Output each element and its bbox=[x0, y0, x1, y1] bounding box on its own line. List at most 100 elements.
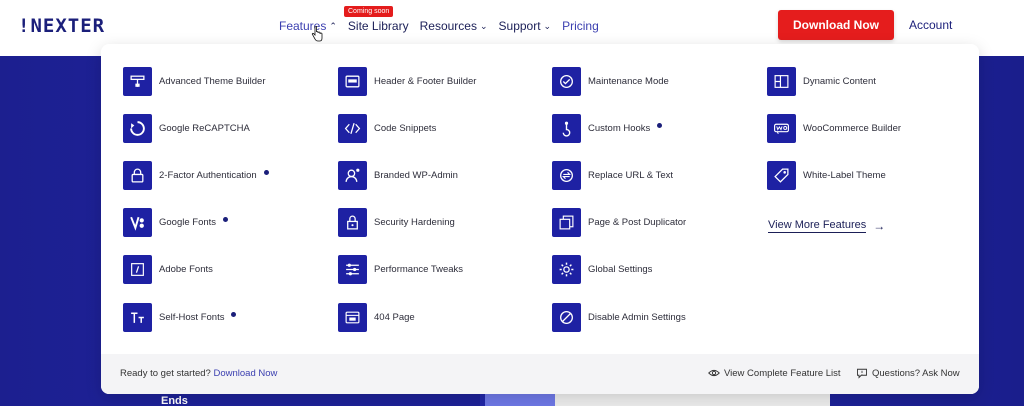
feature-google-recaptcha[interactable]: Google ReCAPTCHA bbox=[123, 113, 250, 143]
feature-custom-hooks[interactable]: Custom Hooks bbox=[552, 113, 663, 143]
feature-dynamic-content[interactable]: Dynamic Content bbox=[767, 66, 876, 96]
view-more-label: View More Features bbox=[768, 219, 867, 233]
nav-pricing[interactable]: Pricing bbox=[562, 19, 599, 33]
new-indicator-dot bbox=[223, 216, 229, 222]
chat-bubble-icon bbox=[857, 368, 867, 379]
view-feature-list-link[interactable]: View Complete Feature List bbox=[708, 367, 841, 379]
ready-to-start: Ready to get started? Download Now bbox=[120, 368, 277, 379]
footer-download-link[interactable]: Download Now bbox=[213, 368, 277, 379]
feature-adobe-fonts[interactable]: Adobe Fonts bbox=[123, 254, 213, 284]
feature-404-page[interactable]: 404 Page bbox=[338, 302, 415, 332]
eye-icon bbox=[708, 369, 720, 377]
feature-code-snippets[interactable]: Code Snippets bbox=[338, 113, 436, 143]
dynamic-content-icon bbox=[767, 66, 796, 96]
chevron-down-icon: ⌄ bbox=[479, 20, 488, 31]
feature-label: Security Hardening bbox=[374, 216, 455, 228]
ready-text: Ready to get started? bbox=[120, 368, 211, 379]
feature-advanced-theme-builder[interactable]: Advanced Theme Builder bbox=[123, 66, 266, 96]
feature-label: White-Label Theme bbox=[803, 169, 886, 181]
sliders-icon bbox=[338, 254, 367, 284]
theme-builder-icon bbox=[123, 66, 152, 96]
padlock-icon bbox=[338, 207, 367, 237]
new-indicator-dot bbox=[231, 311, 237, 317]
feature-label: 2-Factor Authentication bbox=[159, 169, 257, 181]
hook-icon bbox=[552, 113, 581, 143]
feature-google-fonts[interactable]: Google Fonts bbox=[123, 207, 229, 237]
feature-disable-admin-settings[interactable]: Disable Admin Settings bbox=[552, 302, 686, 332]
feature-label: Global Settings bbox=[588, 263, 653, 275]
user-admin-icon bbox=[338, 160, 367, 190]
feature-label: Header & Footer Builder bbox=[374, 75, 477, 87]
feature-2-factor-authentication[interactable]: 2-Factor Authentication bbox=[123, 160, 269, 190]
nexter-logo[interactable]: !NEXTER bbox=[18, 14, 104, 38]
feature-label: Replace URL & Text bbox=[588, 169, 674, 181]
feature-page-post-duplicator[interactable]: Page & Post Duplicator bbox=[552, 207, 686, 237]
recaptcha-icon bbox=[123, 113, 152, 143]
adobe-fonts-icon bbox=[123, 254, 152, 284]
feature-header-footer-builder[interactable]: Header & Footer Builder bbox=[338, 66, 476, 96]
nav-features[interactable]: Features ⌃ bbox=[279, 19, 337, 33]
download-now-button[interactable]: Download Now bbox=[778, 10, 894, 40]
nav-pricing-label: Pricing bbox=[562, 19, 599, 33]
chevron-down-icon: ⌄ bbox=[543, 20, 552, 31]
chevron-up-icon: ⌃ bbox=[329, 20, 337, 31]
feature-global-settings[interactable]: Global Settings bbox=[552, 254, 652, 284]
feature-label: Maintenance Mode bbox=[588, 75, 669, 87]
feature-white-label-theme[interactable]: White-Label Theme bbox=[767, 160, 886, 190]
features-dropdown: Advanced Theme Builder Google ReCAPTCHA … bbox=[101, 44, 979, 394]
tag-icon bbox=[767, 160, 796, 190]
account-link[interactable]: Account bbox=[909, 18, 952, 32]
feature-label: Dynamic Content bbox=[803, 75, 876, 87]
woocommerce-icon bbox=[767, 113, 796, 143]
new-indicator-dot bbox=[263, 169, 269, 175]
new-indicator-dot bbox=[657, 122, 663, 128]
feature-woocommerce-builder[interactable]: WooCommerce Builder bbox=[767, 113, 901, 143]
nav-support-label: Support bbox=[498, 19, 541, 33]
header-footer-icon bbox=[338, 66, 367, 96]
nav-support[interactable]: Support ⌄ bbox=[499, 19, 552, 33]
gear-icon bbox=[552, 254, 581, 284]
feature-label: Custom Hooks bbox=[588, 122, 651, 134]
logo-text: !NEXTER bbox=[18, 15, 106, 37]
feature-self-host-fonts[interactable]: Self-Host Fonts bbox=[123, 302, 237, 332]
view-more-features-link[interactable]: View More Features → bbox=[768, 219, 885, 233]
feature-list-label: View Complete Feature List bbox=[724, 367, 841, 379]
nav-site-library-label: Site Library bbox=[347, 19, 409, 33]
feature-label: Page & Post Duplicator bbox=[588, 216, 687, 228]
nav-resources-label: Resources bbox=[419, 19, 477, 33]
nav-resources[interactable]: Resources ⌄ bbox=[420, 19, 488, 33]
google-fonts-icon bbox=[123, 207, 152, 237]
feature-replace-url-text[interactable]: Replace URL & Text bbox=[552, 160, 673, 190]
duplicate-icon bbox=[552, 207, 581, 237]
feature-branded-wp-admin[interactable]: Branded WP-Admin bbox=[338, 160, 458, 190]
replace-icon bbox=[552, 160, 581, 190]
feature-maintenance-mode[interactable]: Maintenance Mode bbox=[552, 66, 669, 96]
feature-performance-tweaks[interactable]: Performance Tweaks bbox=[338, 254, 463, 284]
feature-label: Performance Tweaks bbox=[374, 263, 464, 275]
feature-label: Advanced Theme Builder bbox=[159, 75, 266, 87]
feature-label: WooCommerce Builder bbox=[803, 122, 902, 134]
feature-label: Branded WP-Admin bbox=[374, 169, 458, 181]
feature-label: Disable Admin Settings bbox=[588, 311, 686, 323]
feature-label: 404 Page bbox=[374, 311, 415, 323]
feature-security-hardening[interactable]: Security Hardening bbox=[338, 207, 455, 237]
lock-icon bbox=[123, 160, 152, 190]
code-icon bbox=[338, 113, 367, 143]
main-nav: Features ⌃ Site Library Resources ⌄ Supp… bbox=[279, 19, 610, 33]
feature-label: Self-Host Fonts bbox=[159, 311, 225, 323]
hero-card-accent bbox=[485, 392, 555, 406]
hero-ends-label: Ends bbox=[161, 395, 188, 406]
disable-icon bbox=[552, 302, 581, 332]
nav-site-library[interactable]: Site Library bbox=[348, 19, 409, 33]
questions-label: Questions? Ask Now bbox=[872, 367, 960, 379]
feature-label: Google Fonts bbox=[159, 216, 217, 228]
dropdown-footer: Ready to get started? Download Now View … bbox=[101, 354, 979, 394]
self-host-fonts-icon bbox=[123, 302, 152, 332]
questions-ask-now-link[interactable]: Questions? Ask Now bbox=[856, 367, 960, 379]
hero-card-image bbox=[555, 392, 830, 406]
404-page-icon bbox=[338, 302, 367, 332]
feature-label: Code Snippets bbox=[374, 122, 437, 134]
arrow-right-icon: → bbox=[873, 219, 886, 233]
coming-soon-badge: Coming soon bbox=[344, 6, 394, 17]
hand-cursor-icon bbox=[311, 26, 323, 42]
